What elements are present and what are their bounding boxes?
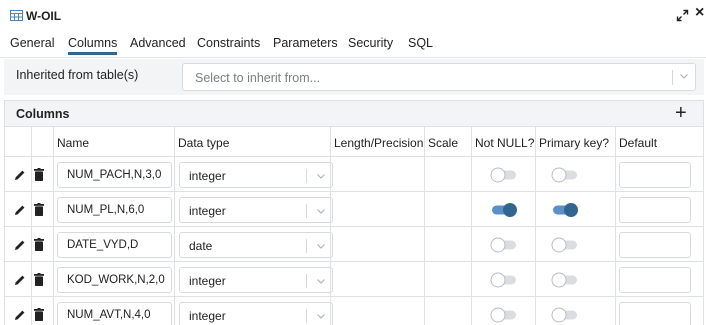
table-row: NUM_AVT,N,4,0 integer — [5, 298, 703, 325]
tab-security[interactable]: Security — [348, 36, 393, 50]
table-icon — [10, 10, 23, 21]
column-name-input[interactable]: KOD_WORK,N,2,0 — [57, 267, 172, 293]
dialog-title: W-OIL — [26, 9, 62, 23]
tab-bar: General Columns Advanced Constraints Par… — [0, 31, 706, 58]
trash-icon[interactable] — [34, 238, 44, 251]
tab-columns[interactable]: Columns — [68, 36, 118, 55]
chevron-down-icon — [317, 209, 325, 214]
grid-divider — [471, 127, 472, 325]
primary-key-toggle[interactable] — [550, 306, 580, 324]
trash-icon[interactable] — [34, 203, 44, 216]
pencil-icon[interactable] — [14, 239, 26, 251]
column-name-input[interactable]: DATE_VYD,D — [57, 232, 172, 258]
add-column-button[interactable]: + — [675, 102, 687, 124]
not-null-toggle[interactable] — [489, 201, 519, 219]
data-type-select[interactable]: integer — [179, 267, 333, 293]
grid-divider — [174, 127, 175, 325]
primary-key-toggle[interactable] — [550, 236, 580, 254]
tab-advanced[interactable]: Advanced — [130, 36, 186, 50]
grid-divider — [330, 127, 331, 325]
default-value-input[interactable] — [619, 162, 691, 188]
columns-header: Columns + — [5, 101, 703, 127]
columns-panel: Columns + Name Data type Length/Precisio… — [4, 100, 704, 325]
column-name-input[interactable]: NUM_PL,N,6,0 — [57, 197, 172, 223]
chevron-down-icon — [680, 74, 688, 79]
select-separator — [306, 274, 307, 288]
header-length-precision: Length/Precision — [334, 136, 424, 150]
chevron-down-icon — [317, 174, 325, 179]
inherit-label: Inherited from table(s) — [16, 68, 139, 82]
column-name-input[interactable]: NUM_PACH,N,3,0 — [57, 162, 172, 188]
data-type-select[interactable]: date — [179, 232, 333, 258]
expand-icon[interactable] — [676, 9, 689, 22]
close-icon[interactable]: × — [695, 5, 704, 21]
pencil-icon[interactable] — [14, 274, 26, 286]
select-separator — [306, 239, 307, 253]
header-not-null: Not NULL? — [475, 136, 535, 150]
chevron-down-icon — [317, 314, 325, 319]
tab-constraints[interactable]: Constraints — [197, 36, 260, 50]
default-value-input[interactable] — [619, 267, 691, 293]
data-type-value: integer — [189, 169, 226, 183]
header-scale: Scale — [428, 136, 459, 150]
default-value-input[interactable] — [619, 232, 691, 258]
header-default: Default — [619, 136, 658, 150]
trash-icon[interactable] — [34, 308, 44, 321]
tab-parameters[interactable]: Parameters — [273, 36, 338, 50]
inherit-row: Inherited from table(s) Select to inheri… — [4, 59, 704, 95]
default-value-input[interactable] — [619, 197, 691, 223]
pencil-icon[interactable] — [14, 309, 26, 321]
columns-title: Columns — [16, 107, 70, 121]
trash-icon[interactable] — [34, 273, 44, 286]
header-name: Name — [57, 136, 90, 150]
header-primary-key: Primary key? — [539, 136, 610, 150]
not-null-toggle[interactable] — [489, 271, 519, 289]
pencil-icon[interactable] — [14, 204, 26, 216]
inherit-select[interactable]: Select to inherit from... — [182, 63, 696, 91]
data-type-select[interactable]: integer — [179, 162, 333, 188]
data-type-select[interactable]: integer — [179, 197, 333, 223]
table-row: NUM_PL,N,6,0 integer — [5, 193, 703, 227]
header-data-type: Data type — [178, 136, 230, 150]
not-null-toggle[interactable] — [489, 236, 519, 254]
chevron-down-icon — [317, 279, 325, 284]
not-null-toggle[interactable] — [489, 166, 519, 184]
primary-key-toggle[interactable] — [550, 201, 580, 219]
pencil-icon[interactable] — [14, 169, 26, 181]
data-type-value: integer — [189, 274, 226, 288]
not-null-toggle[interactable] — [489, 306, 519, 324]
grid-divider — [615, 127, 616, 325]
table-row: NUM_PACH,N,3,0 integer — [5, 158, 703, 192]
primary-key-toggle[interactable] — [550, 271, 580, 289]
inherit-placeholder: Select to inherit from... — [195, 71, 321, 85]
grid-divider — [424, 127, 425, 325]
table-row: DATE_VYD,D date — [5, 228, 703, 262]
grid-divider — [535, 127, 536, 325]
grid-divider — [53, 127, 54, 325]
data-type-select[interactable]: integer — [179, 302, 333, 325]
select-separator — [672, 70, 673, 85]
grid-header-row: Name Data type Length/Precision Scale No… — [5, 127, 703, 157]
primary-key-toggle[interactable] — [550, 166, 580, 184]
grid-divider — [31, 127, 32, 325]
default-value-input[interactable] — [619, 302, 691, 325]
select-separator — [306, 309, 307, 323]
dialog-titlebar: W-OIL × — [0, 0, 706, 31]
select-separator — [306, 169, 307, 183]
tab-sql[interactable]: SQL — [408, 36, 433, 50]
data-type-value: integer — [189, 204, 226, 218]
chevron-down-icon — [317, 244, 325, 249]
table-row: KOD_WORK,N,2,0 integer — [5, 263, 703, 297]
data-type-value: date — [189, 239, 213, 253]
column-name-input[interactable]: NUM_AVT,N,4,0 — [57, 302, 172, 325]
trash-icon[interactable] — [34, 168, 44, 181]
data-type-value: integer — [189, 309, 226, 323]
select-separator — [306, 204, 307, 218]
tab-general[interactable]: General — [10, 36, 54, 50]
